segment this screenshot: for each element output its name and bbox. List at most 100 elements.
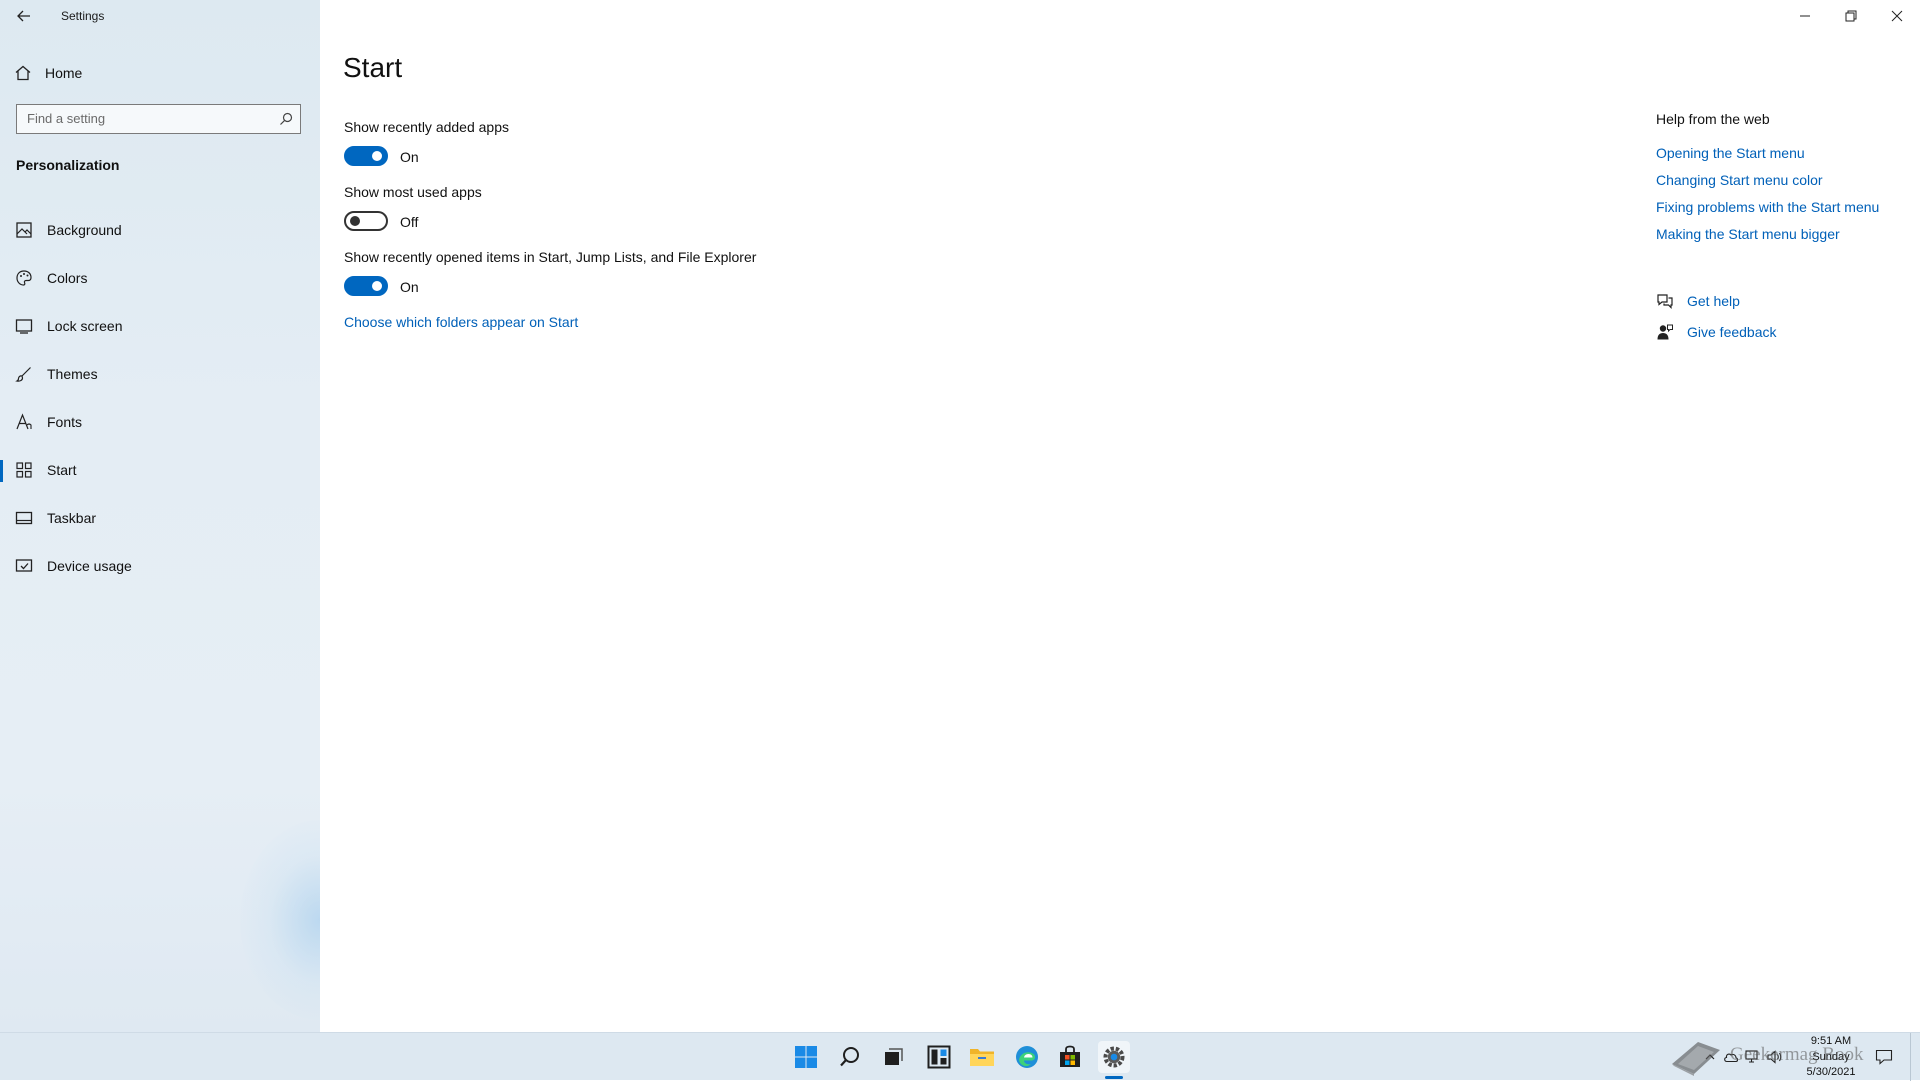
sidebar-item-themes[interactable]: Themes [0,350,320,398]
toggle-knob [350,216,360,226]
sidebar-item-label: Colors [47,270,88,286]
sidebar-item-label: Themes [47,366,98,382]
notification-center-button[interactable] [1875,1033,1893,1081]
setting-label-recently-opened: Show recently opened items in Start, Jum… [344,249,757,265]
sidebar-item-device-usage[interactable]: Device usage [0,542,320,590]
volume-button[interactable] [1764,1037,1786,1077]
feedback-icon [1657,324,1673,340]
settings-icon [1103,1046,1125,1068]
taskbar-icon [15,511,33,525]
clock-day: Sunday [1812,1050,1850,1063]
task-view-icon [885,1048,903,1065]
lock-screen-icon [15,319,33,334]
home-label: Home [45,65,83,81]
taskbar-edge-button[interactable] [1011,1041,1043,1073]
nav-list: Background Colors Lock screen Themes Fon… [0,206,320,590]
start-grid-icon [16,462,32,478]
search-input[interactable] [17,105,267,131]
network-icon [1745,1050,1758,1063]
show-hidden-icons-button[interactable] [1700,1037,1720,1077]
taskbar-settings-button[interactable] [1098,1041,1130,1073]
sidebar-item-label: Taskbar [47,510,97,526]
sidebar-item-label: Lock screen [47,318,123,334]
help-link-opening-start[interactable]: Opening the Start menu [1656,145,1805,161]
setting-label-recently-added: Show recently added apps [344,119,509,135]
sidebar-item-lock-screen[interactable]: Lock screen [0,302,320,350]
sidebar-glow [240,820,320,1020]
taskbar-clock[interactable]: 9:51 AM Sunday 5/30/2021 [1796,1034,1866,1081]
sidebar-item-label: Start [47,462,77,478]
sidebar-item-colors[interactable]: Colors [0,254,320,302]
toggle-state-recently-added: On [400,149,419,165]
minimize-button[interactable] [1782,0,1828,32]
toggle-recently-opened-items[interactable] [344,276,388,296]
close-icon [1891,10,1903,22]
taskbar: 9:51 AM Sunday 5/30/2021 [0,1032,1920,1081]
clock-date: 5/30/2021 [1806,1066,1856,1078]
help-link-fixing-problems[interactable]: Fixing problems with the Start menu [1656,199,1879,215]
window-title: Settings [61,9,105,23]
restore-button[interactable] [1828,0,1874,32]
get-help-row[interactable]: Get help [1656,292,1740,310]
device-usage-icon [15,559,33,572]
back-arrow-icon [17,10,30,22]
sidebar-item-label: Fonts [47,414,83,430]
get-help-link[interactable]: Get help [1687,293,1740,309]
widgets-icon [927,1045,951,1069]
cloud-icon [1724,1053,1739,1063]
taskbar-search-button[interactable] [834,1041,866,1073]
edge-icon [1016,1046,1038,1068]
home-icon [15,65,31,81]
sidebar-item-label: Device usage [47,558,132,574]
taskbar-widgets-button[interactable] [923,1041,955,1073]
network-button[interactable] [1742,1037,1764,1077]
search-box[interactable] [16,104,301,134]
restore-icon [1845,10,1857,22]
taskbar-file-explorer-button[interactable] [966,1041,998,1073]
onedrive-button[interactable] [1720,1037,1742,1077]
give-feedback-link[interactable]: Give feedback [1687,324,1777,340]
file-explorer-icon [970,1049,994,1066]
toggle-most-used-apps[interactable] [344,211,388,231]
sidebar-item-label: Background [47,222,122,238]
clock-time: 9:51 AM [1810,1035,1852,1047]
close-button[interactable] [1874,0,1920,32]
toggle-knob [372,281,382,291]
get-help-icon [1657,294,1673,309]
brush-icon [15,367,31,382]
help-link-start-bigger[interactable]: Making the Start menu bigger [1656,226,1840,242]
chevron-up-icon [1705,1054,1715,1060]
minimize-icon [1800,15,1810,17]
taskbar-store-button[interactable] [1054,1041,1086,1073]
sidebar-item-fonts[interactable]: Fonts [0,398,320,446]
notification-icon [1875,1049,1893,1065]
search-icon[interactable] [278,111,294,127]
volume-icon [1767,1050,1782,1064]
toggle-state-recently-opened: On [400,279,419,295]
show-desktop-divider [1910,1033,1911,1081]
setting-label-most-used: Show most used apps [344,184,482,200]
search-icon [840,1047,859,1067]
sidebar-item-taskbar[interactable]: Taskbar [0,494,320,542]
store-icon [1060,1045,1080,1067]
help-link-start-color[interactable]: Changing Start menu color [1656,172,1823,188]
page-title: Start [343,52,403,83]
sidebar-item-background[interactable]: Background [0,206,320,254]
image-icon [16,222,32,238]
taskbar-task-view-button[interactable] [877,1041,909,1073]
sidebar-item-start[interactable]: Start [0,446,320,494]
palette-icon [16,270,32,286]
toggle-recently-added-apps[interactable] [344,146,388,166]
start-icon [795,1046,817,1068]
choose-folders-link[interactable]: Choose which folders appear on Start [344,314,578,330]
section-title: Personalization [16,157,120,173]
toggle-state-most-used: Off [400,214,419,230]
nav-home[interactable]: Home [14,60,82,86]
give-feedback-row[interactable]: Give feedback [1656,323,1777,341]
toggle-knob [372,151,382,161]
taskbar-start-button[interactable] [790,1041,822,1073]
sidebar: Settings Home Personalization Background [0,0,320,1032]
system-tray [1700,1033,1786,1081]
font-icon [16,413,32,430]
back-button[interactable] [13,5,35,27]
